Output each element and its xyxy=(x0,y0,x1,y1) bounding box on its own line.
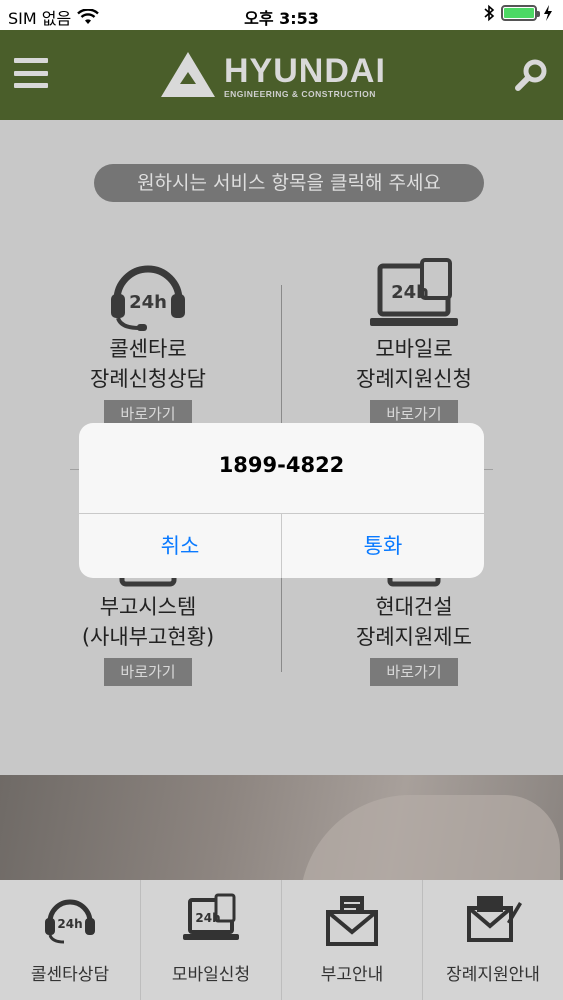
tab-label: 부고안내 xyxy=(320,965,384,985)
service-title-line1: 현대건설 xyxy=(375,595,453,619)
svg-text:24h: 24h xyxy=(195,911,220,925)
service-callcenter[interactable]: 24h 콜센타로 장례신청상담 바로가기 xyxy=(28,256,268,428)
svg-text:24h: 24h xyxy=(57,917,82,931)
go-button[interactable]: 바로가기 xyxy=(104,658,192,686)
call-button[interactable]: 통화 xyxy=(282,514,484,578)
call-alert-dialog: 1899-4822 취소 통화 xyxy=(79,423,484,578)
envelope-icon xyxy=(326,896,378,946)
service-title-line2: 장례지원신청 xyxy=(356,367,472,391)
svg-text:24h: 24h xyxy=(129,292,167,313)
service-title-line1: 부고시스템 xyxy=(99,595,197,619)
logo-subtext: ENGINEERING & CONSTRUCTION xyxy=(224,89,376,99)
service-title-line2: 장례지원제도 xyxy=(356,625,472,649)
bottom-tab-bar: 24h 콜센타상담 24h 모바일신청 부고안내 장례지원안내 xyxy=(0,880,563,1000)
app-header: HYUNDAI ENGINEERING & CONSTRUCTION xyxy=(0,30,563,120)
hyundai-logo[interactable]: HYUNDAI ENGINEERING & CONSTRUCTION xyxy=(160,50,410,102)
service-title-line1: 콜센타로 xyxy=(109,337,187,361)
alert-phone-number: 1899-4822 xyxy=(218,453,345,477)
bluetooth-icon xyxy=(484,4,495,22)
tab-label: 장례지원안내 xyxy=(446,965,540,985)
status-bar: SIM 없음 오후 3:53 xyxy=(0,0,563,30)
headset-24h-icon: 24h xyxy=(111,265,185,331)
go-button[interactable]: 바로가기 xyxy=(370,658,458,686)
letter-pen-icon xyxy=(467,896,522,942)
charging-icon xyxy=(544,5,552,21)
cancel-button[interactable]: 취소 xyxy=(79,514,281,578)
service-title-line2: 장례신청상담 xyxy=(90,367,206,391)
guide-text: 원하시는 서비스 항목을 클릭해 주세요 xyxy=(94,164,484,202)
battery-icon xyxy=(501,5,540,21)
tab-support-info[interactable]: 장례지원안내 xyxy=(423,880,563,1000)
banner-photo xyxy=(0,775,563,905)
tab-callcenter[interactable]: 24h 콜센타상담 xyxy=(0,880,141,1000)
tab-label: 콜센타상담 xyxy=(30,965,110,985)
status-right xyxy=(483,4,553,22)
status-time: 오후 3:53 xyxy=(244,9,319,28)
service-title-line2: (사내부고현황) xyxy=(81,625,215,649)
search-icon[interactable] xyxy=(515,58,549,92)
laptop-24h-icon: 24h xyxy=(183,893,239,940)
logo-text: HYUNDAI xyxy=(224,52,386,90)
tab-label: 모바일신청 xyxy=(171,965,251,985)
service-title-line1: 모바일로 xyxy=(375,337,453,361)
laptop-24h-icon: 24h xyxy=(370,258,458,326)
menu-icon[interactable] xyxy=(14,58,48,88)
headset-24h-icon: 24h xyxy=(45,899,95,944)
service-mobile[interactable]: 24h 모바일로 장례지원신청 바로가기 xyxy=(294,256,534,428)
svg-text:24h: 24h xyxy=(391,282,429,303)
tab-obituary[interactable]: 부고안내 xyxy=(282,880,423,1000)
tab-mobile[interactable]: 24h 모바일신청 xyxy=(141,880,282,1000)
mountain-logo-icon xyxy=(161,52,215,97)
